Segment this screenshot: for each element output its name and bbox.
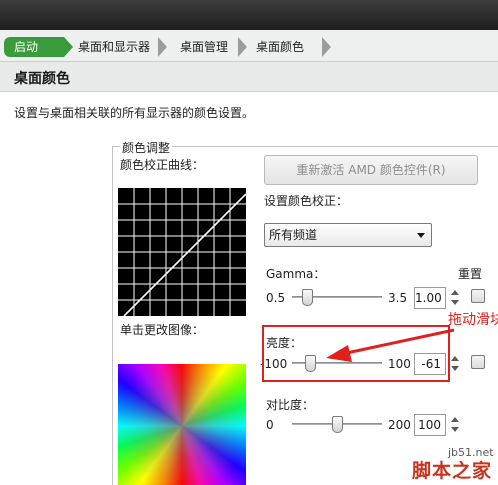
set-correction-label: 设置颜色校正： bbox=[264, 194, 349, 208]
image-label: 单击更改图像： bbox=[120, 323, 205, 337]
gamma-max: 3.5 bbox=[388, 291, 408, 305]
gamma-value-input[interactable]: 1.00 bbox=[414, 287, 446, 309]
correction-curve bbox=[123, 193, 246, 316]
gamma-min: 0.5 bbox=[266, 291, 286, 305]
contrast-max: 200 bbox=[388, 418, 411, 432]
gamma-label: Gamma： bbox=[266, 267, 326, 281]
reset-label: 重置 bbox=[458, 267, 483, 281]
contrast-label: 对比度： bbox=[266, 398, 315, 412]
channel-select[interactable]: 所有频道 bbox=[264, 223, 432, 247]
breadcrumb-desktop-display[interactable]: 桌面和显示器 bbox=[68, 37, 150, 57]
breadcrumb-desktop-management[interactable]: 桌面管理 bbox=[170, 37, 228, 57]
gamma-spinner[interactable] bbox=[449, 287, 461, 309]
contrast-spinner[interactable] bbox=[449, 414, 461, 436]
contrast-min: 0 bbox=[266, 418, 274, 432]
spin-up-icon[interactable] bbox=[451, 290, 459, 295]
curve-label: 颜色校正曲线： bbox=[120, 158, 205, 172]
breadcrumb-arrow-icon bbox=[322, 37, 331, 57]
contrast-value-input[interactable]: 100 bbox=[414, 414, 446, 436]
contrast-slider-thumb[interactable] bbox=[332, 416, 343, 433]
breadcrumb-arrow-icon bbox=[158, 37, 167, 57]
test-color-image[interactable] bbox=[118, 364, 246, 485]
reactivate-amd-color-button[interactable]: 重新激活 AMD 颜色控件(R) bbox=[264, 155, 478, 185]
brightness-reset-checkbox[interactable] bbox=[471, 355, 485, 369]
spin-down-icon[interactable] bbox=[451, 427, 459, 432]
chevron-down-icon bbox=[417, 233, 425, 238]
gamma-reset-checkbox[interactable] bbox=[471, 289, 485, 303]
title-bar bbox=[0, 0, 498, 30]
channel-select-value: 所有频道 bbox=[269, 228, 318, 242]
drag-slider-annotation: 拖动滑块 bbox=[448, 312, 498, 328]
page-title: 桌面颜色 bbox=[14, 71, 70, 87]
spin-up-icon[interactable] bbox=[451, 417, 459, 422]
page-header bbox=[0, 62, 498, 92]
gamma-slider-thumb[interactable] bbox=[302, 289, 314, 306]
color-curve-graph bbox=[118, 188, 246, 316]
breadcrumb-desktop-color[interactable]: 桌面颜色 bbox=[246, 37, 304, 57]
breadcrumb-start[interactable]: 启动 bbox=[4, 37, 64, 57]
watermark-name: 脚本之家 bbox=[412, 460, 493, 482]
group-label: 颜色调整 bbox=[120, 139, 173, 156]
annotation-arrow-icon bbox=[326, 328, 455, 362]
spin-down-icon[interactable] bbox=[451, 300, 459, 305]
page-description: 设置与桌面相关联的所有显示器的颜色设置。 bbox=[14, 106, 255, 120]
spin-down-icon[interactable] bbox=[451, 366, 459, 371]
